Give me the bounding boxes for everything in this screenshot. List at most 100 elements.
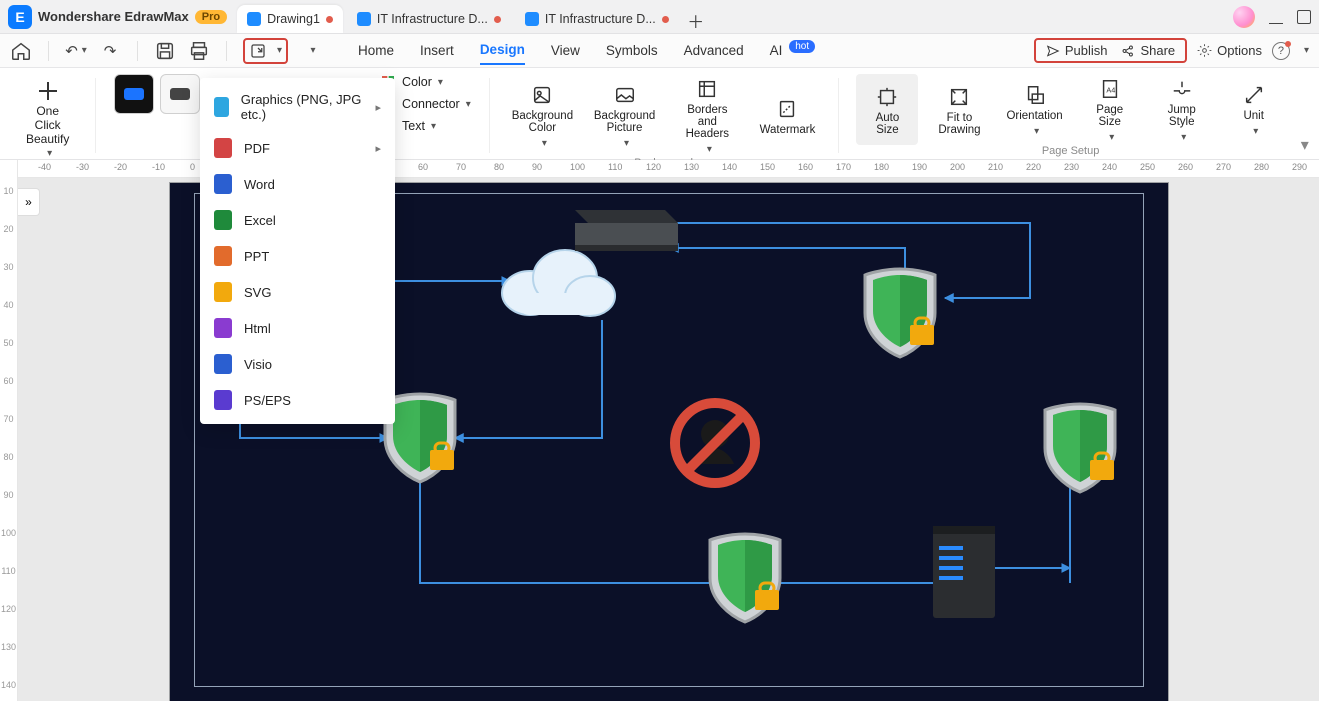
chevron-down-icon[interactable]: ▾ (1304, 45, 1309, 56)
one-click-beautify-button[interactable]: One Click Beautify ▾ (18, 74, 77, 165)
jump-style-icon (1171, 78, 1193, 100)
shield-shape[interactable] (700, 528, 790, 628)
bg-color-icon (531, 84, 553, 106)
vruler-tick: 130 (0, 642, 17, 652)
tab-it-infra-1[interactable]: IT Infrastructure D... (347, 5, 511, 33)
hruler-tick: 70 (456, 162, 466, 172)
hruler-tick: 250 (1140, 162, 1155, 172)
export-option-word[interactable]: Word (200, 166, 395, 202)
hruler-tick: 100 (570, 162, 585, 172)
undo-button[interactable]: ↶▾ (65, 40, 87, 62)
auto-size-label: Auto Size (876, 112, 900, 136)
orientation-button[interactable]: Orientation ▾ (1000, 74, 1068, 145)
chevron-down-icon: ▾ (1034, 126, 1039, 137)
menu-insert[interactable]: Insert (420, 37, 454, 64)
vruler-tick: 110 (0, 566, 17, 576)
hruler-tick: 280 (1254, 162, 1269, 172)
connector-label: Connector (402, 97, 460, 111)
menu-symbols[interactable]: Symbols (606, 37, 658, 64)
page-size-button[interactable]: A4 Page Size ▾ (1079, 74, 1141, 145)
hruler-tick: 80 (494, 162, 504, 172)
server-tower-shape[interactable] (925, 518, 1010, 628)
share-button[interactable]: Share (1121, 43, 1175, 58)
jump-style-button[interactable]: Jump Style ▾ (1151, 74, 1213, 145)
save-button[interactable] (154, 40, 176, 62)
menu-view[interactable]: View (551, 37, 580, 64)
server-rack-shape[interactable] (565, 198, 680, 253)
export-option-img[interactable]: Graphics (PNG, JPG etc.)▸ (200, 84, 395, 130)
style-preset-dark[interactable] (114, 74, 154, 114)
watermark-button[interactable]: Watermark (755, 74, 820, 157)
options-button[interactable]: Options (1197, 43, 1262, 58)
style-preset-light[interactable] (160, 74, 200, 114)
no-hacker-shape[interactable] (670, 398, 760, 488)
export-option-html[interactable]: Html (200, 310, 395, 346)
auto-size-icon (876, 86, 898, 108)
vruler-tick: 10 (0, 186, 17, 196)
publish-icon (1046, 44, 1060, 58)
export-option-svg[interactable]: SVG (200, 274, 395, 310)
menu-advanced[interactable]: Advanced (684, 37, 744, 64)
home-button[interactable] (10, 40, 32, 62)
user-avatar-icon[interactable] (1233, 6, 1255, 28)
export-option-pdf[interactable]: PDF▸ (200, 130, 395, 166)
ribbon-design: One Click Beautify ▾ Color▾ Connector▾ (0, 68, 1319, 160)
help-button[interactable]: ? (1272, 42, 1290, 60)
export-option-xls[interactable]: Excel (200, 202, 395, 238)
html-file-icon (214, 318, 232, 338)
export-option-visio[interactable]: Visio (200, 346, 395, 382)
tab-label: IT Infrastructure D... (377, 12, 488, 26)
fit-to-drawing-button[interactable]: Fit to Drawing (928, 74, 990, 145)
export-option-ps[interactable]: PS/EPS (200, 382, 395, 418)
menu-bar: ↶▾ ↷ ▾ ▾ Home Insert Design View Symbols… (0, 34, 1319, 68)
menu-ai[interactable]: AI hot (770, 37, 815, 64)
hruler-tick: 130 (684, 162, 699, 172)
background-picture-button[interactable]: Background Picture ▾ (589, 74, 659, 157)
xls-file-icon (214, 210, 232, 230)
page-size-label: Page Size (1096, 104, 1123, 128)
collapse-ribbon-button[interactable]: ▾ (1301, 135, 1311, 153)
document-icon (525, 12, 539, 26)
main-menu: Home Insert Design View Symbols Advanced… (358, 36, 815, 65)
export-option-ppt[interactable]: PPT (200, 238, 395, 274)
hruler-tick: 210 (988, 162, 1003, 172)
ps-file-icon (214, 390, 232, 410)
hruler-tick: 220 (1026, 162, 1041, 172)
borders-headers-button[interactable]: Borders and Headers ▾ (672, 74, 743, 157)
document-icon (247, 12, 261, 26)
publish-button[interactable]: Publish (1046, 43, 1108, 58)
auto-size-button[interactable]: Auto Size (856, 74, 918, 145)
minimize-button[interactable] (1269, 10, 1283, 24)
hruler-tick: 140 (722, 162, 737, 172)
unit-label: Unit (1243, 110, 1263, 122)
new-tab-button[interactable]: ＋ (683, 7, 709, 33)
export-more-button[interactable]: ▾ (300, 40, 322, 62)
publish-share-group: Publish Share (1034, 38, 1187, 63)
chevron-down-icon: ▾ (1253, 126, 1258, 137)
shield-shape[interactable] (1035, 398, 1125, 498)
print-button[interactable] (188, 40, 210, 62)
vruler-tick: 140 (0, 680, 17, 690)
hot-badge: hot (789, 40, 815, 53)
unit-button[interactable]: Unit ▾ (1223, 74, 1285, 145)
maximize-button[interactable] (1297, 10, 1311, 24)
tab-it-infra-2[interactable]: IT Infrastructure D... (515, 5, 679, 33)
tab-drawing1[interactable]: Drawing1 (237, 5, 343, 33)
export-option-label: SVG (244, 285, 271, 300)
redo-button[interactable]: ↷ (99, 40, 121, 62)
options-label: Options (1217, 43, 1262, 58)
shield-shape[interactable] (855, 263, 945, 363)
menu-home[interactable]: Home (358, 37, 394, 64)
expand-side-panel-button[interactable]: » (18, 188, 40, 216)
background-color-button[interactable]: Background Color ▾ (507, 74, 577, 157)
hruler-tick: 170 (836, 162, 851, 172)
watermark-label: Watermark (760, 124, 816, 136)
export-button[interactable]: ▾ (243, 38, 288, 64)
unsaved-dot-icon (662, 16, 669, 23)
menu-design[interactable]: Design (480, 36, 525, 65)
hruler-tick: -20 (114, 162, 127, 172)
vruler-tick: 120 (0, 604, 17, 614)
chevron-right-icon: ▸ (375, 142, 381, 155)
export-option-label: Graphics (PNG, JPG etc.) (241, 92, 364, 122)
hruler-tick: 60 (418, 162, 428, 172)
